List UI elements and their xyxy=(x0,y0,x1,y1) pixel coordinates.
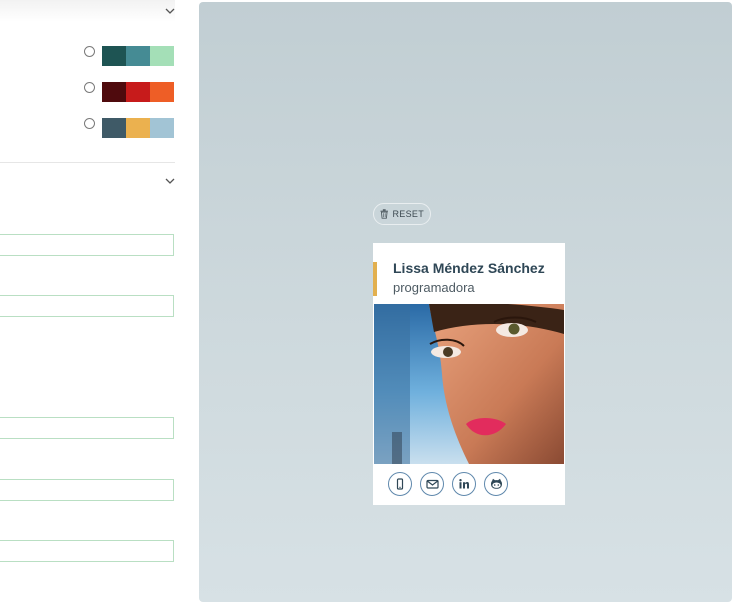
text-field-2[interactable] xyxy=(0,295,174,317)
text-field-1[interactable] xyxy=(0,234,174,256)
reset-button[interactable]: RESET xyxy=(373,203,431,225)
linkedin-icon xyxy=(459,479,469,489)
palette-radio-1[interactable] xyxy=(84,46,95,57)
palette-section-header[interactable] xyxy=(0,0,175,22)
palette-radio-2[interactable] xyxy=(84,82,95,93)
palette-radio-3[interactable] xyxy=(84,118,95,129)
palette-option-2[interactable] xyxy=(84,82,175,102)
contact-section-header[interactable] xyxy=(0,167,175,189)
trash-icon xyxy=(380,209,389,219)
card-preview-area: RESET Lissa Méndez Sánchez programadora xyxy=(199,2,732,602)
text-field-3[interactable] xyxy=(0,417,174,439)
palette-swatch xyxy=(102,118,126,138)
card-accent-bar xyxy=(373,262,377,296)
palette-option-1[interactable] xyxy=(84,46,175,66)
github-button[interactable] xyxy=(484,472,508,496)
social-links xyxy=(388,472,508,498)
palette-swatch xyxy=(150,118,174,138)
linkedin-button[interactable] xyxy=(452,472,476,496)
palette-swatch xyxy=(150,46,174,66)
card-role: programadora xyxy=(393,280,475,295)
profile-photo xyxy=(374,304,564,464)
form-panel xyxy=(0,0,190,597)
card-name: Lissa Méndez Sánchez xyxy=(393,260,545,276)
palette-swatch xyxy=(126,82,150,102)
palette-swatch xyxy=(102,46,126,66)
profile-card: Lissa Méndez Sánchez programadora xyxy=(373,243,565,505)
text-field-5[interactable] xyxy=(0,540,174,562)
palette-swatch xyxy=(126,118,150,138)
chevron-down-icon[interactable] xyxy=(165,176,175,186)
email-button[interactable] xyxy=(420,472,444,496)
palette-swatch xyxy=(150,82,174,102)
chevron-down-icon[interactable] xyxy=(165,6,175,16)
text-field-4[interactable] xyxy=(0,479,174,501)
envelope-icon xyxy=(425,479,439,489)
reset-label: RESET xyxy=(392,209,424,219)
palette-swatch xyxy=(126,46,150,66)
mobile-phone-icon xyxy=(396,478,404,490)
palette-option-3[interactable] xyxy=(84,118,175,138)
phone-button[interactable] xyxy=(388,472,412,496)
github-icon xyxy=(490,478,502,489)
section-divider xyxy=(0,162,175,163)
palette-swatch xyxy=(102,82,126,102)
